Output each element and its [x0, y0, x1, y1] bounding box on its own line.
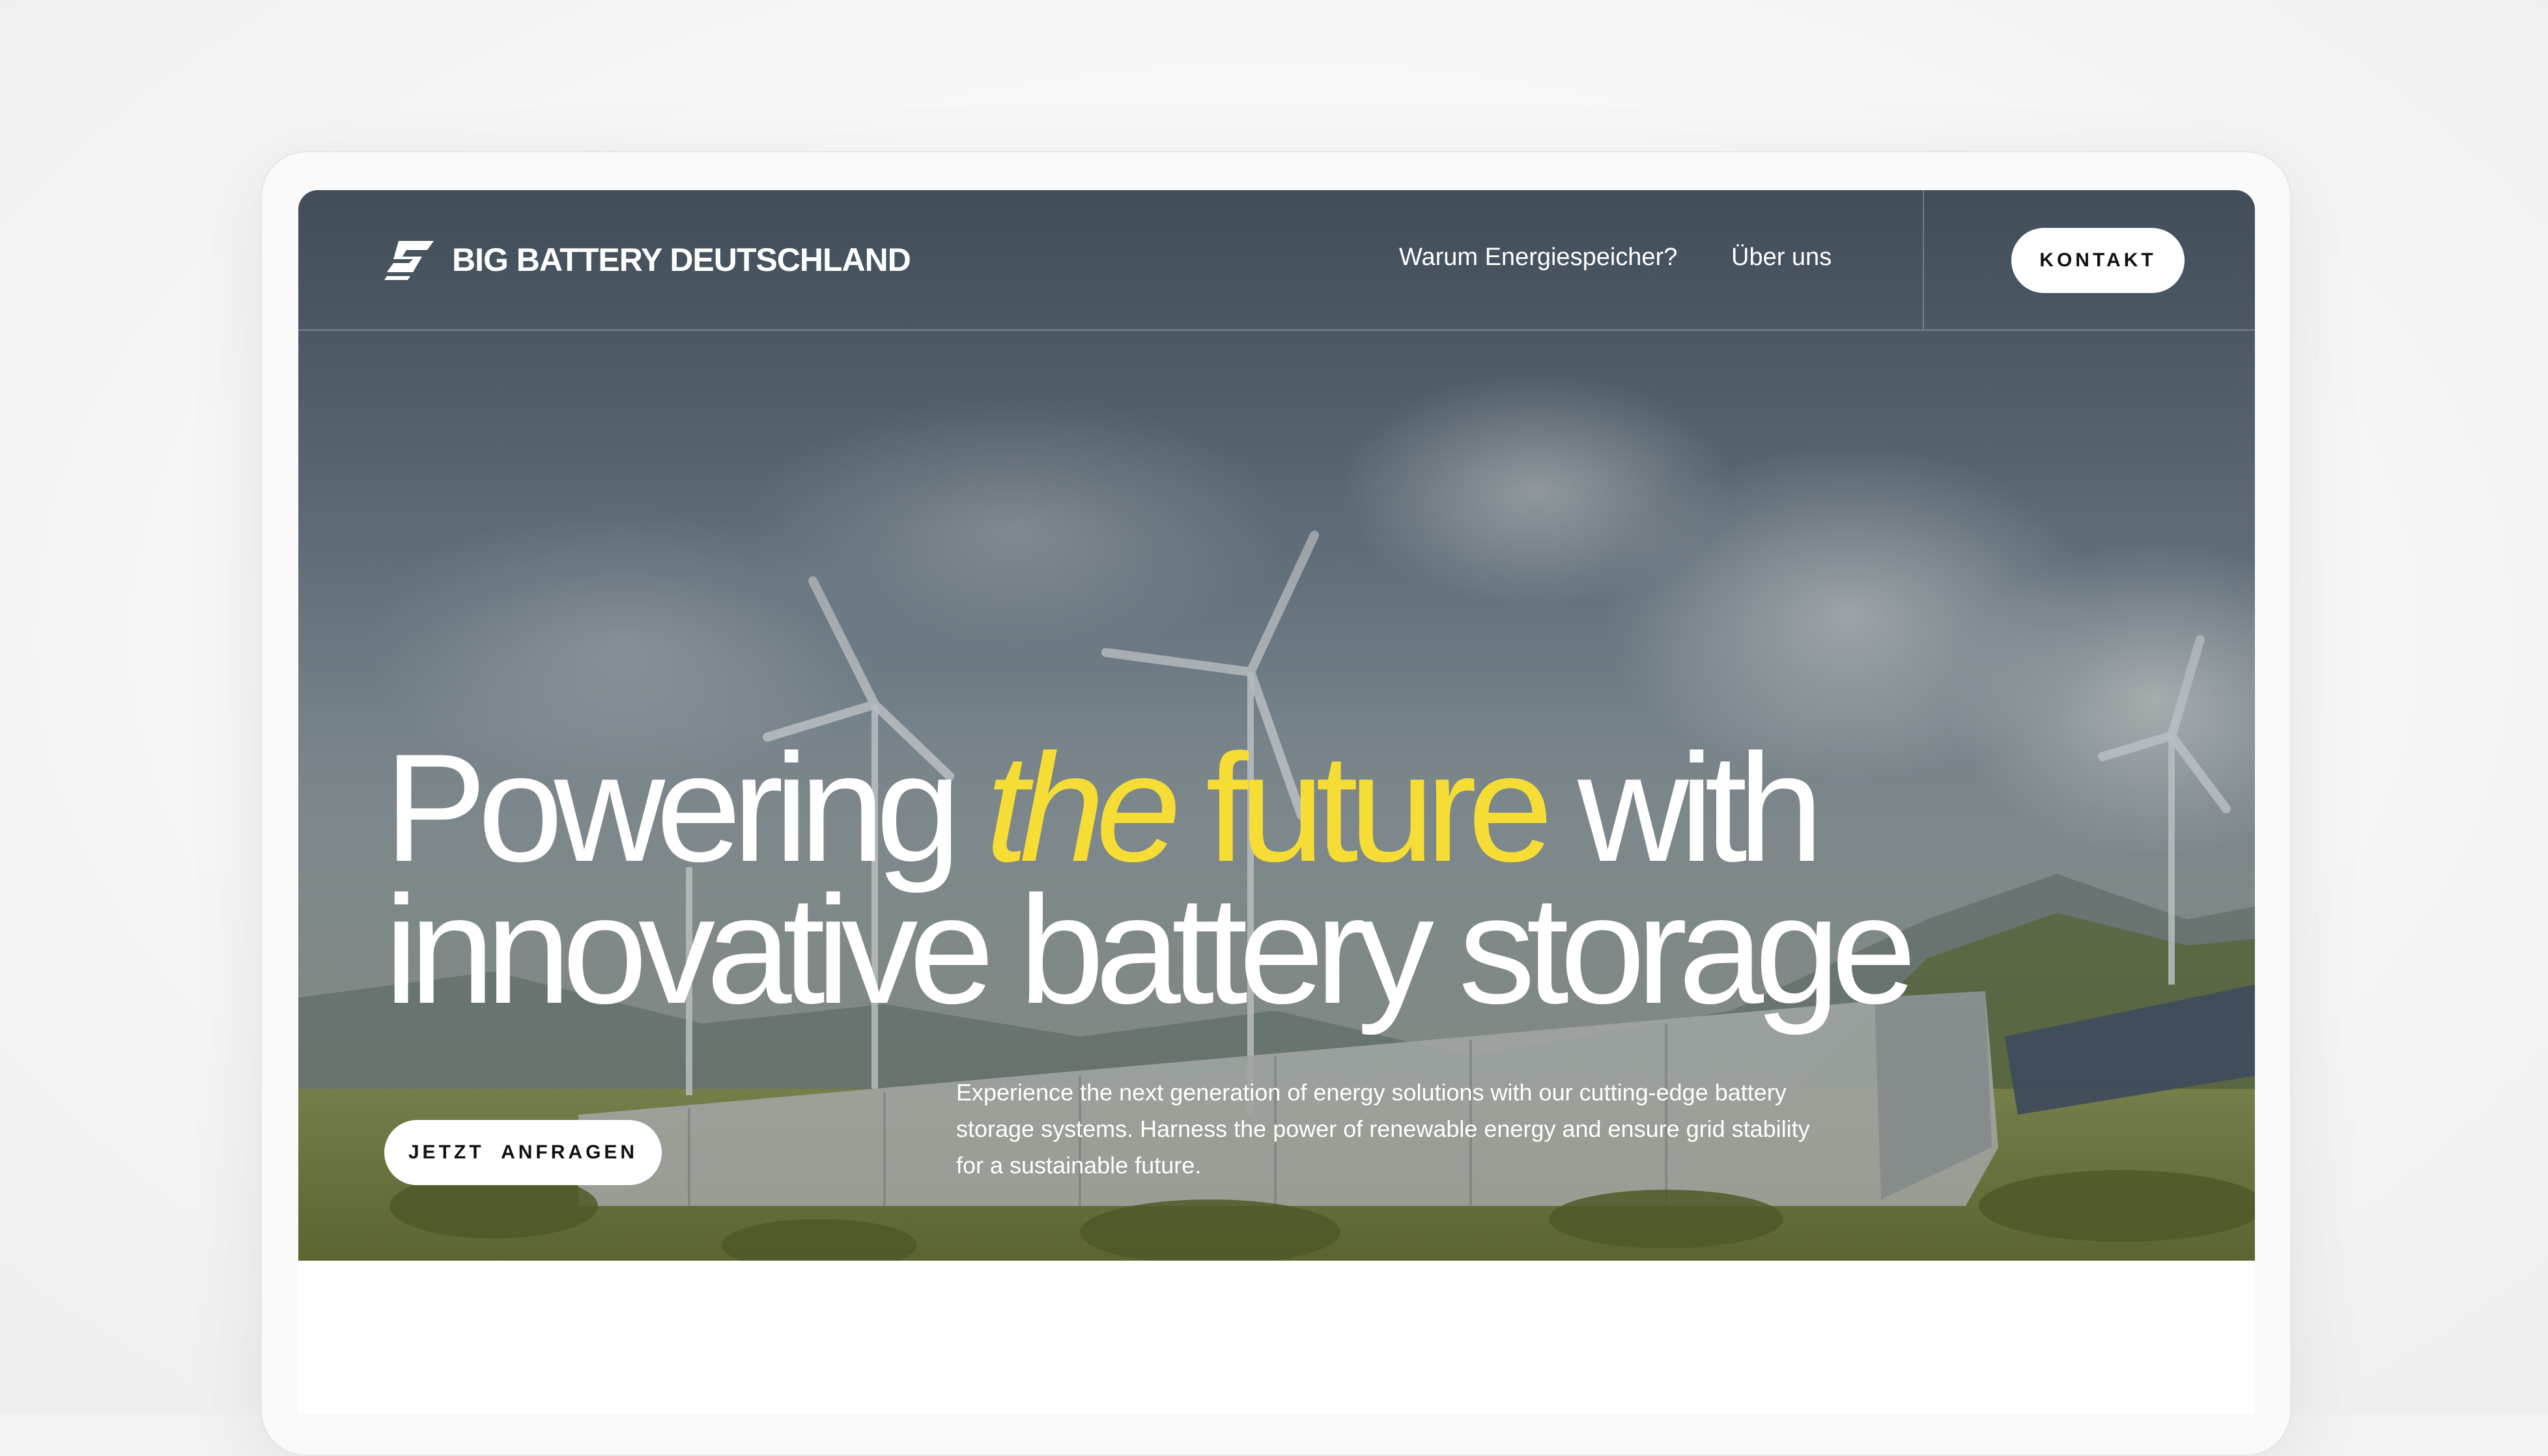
hero-headline: Powering the future with innovative batt… [384, 731, 2143, 1027]
headline-line2: innovative battery storage [384, 864, 1916, 1036]
brand-name: BIG BATTERY DEUTSCHLAND [452, 242, 911, 278]
lightning-s-icon [384, 241, 434, 280]
brand-logo[interactable]: BIG BATTERY DEUTSCHLAND [384, 237, 911, 283]
request-now-button[interactable]: JETZT ANFRAGEN [384, 1120, 662, 1185]
nav-link-about-us[interactable]: Über uns [1731, 244, 1832, 272]
hero-description: Experience the next generation of energy… [956, 1079, 1810, 1179]
website-screen: BIG BATTERY DEUTSCHLAND Warum Energiespe… [298, 190, 2255, 1414]
nav-link-why-energy-storage[interactable]: Warum Energiespeicher? [1399, 244, 1677, 272]
contact-button[interactable]: KONTAKT [2011, 228, 2185, 293]
hero-section: BIG BATTERY DEUTSCHLAND Warum Energiespe… [298, 190, 2255, 1261]
nav-divider [1923, 190, 1924, 329]
